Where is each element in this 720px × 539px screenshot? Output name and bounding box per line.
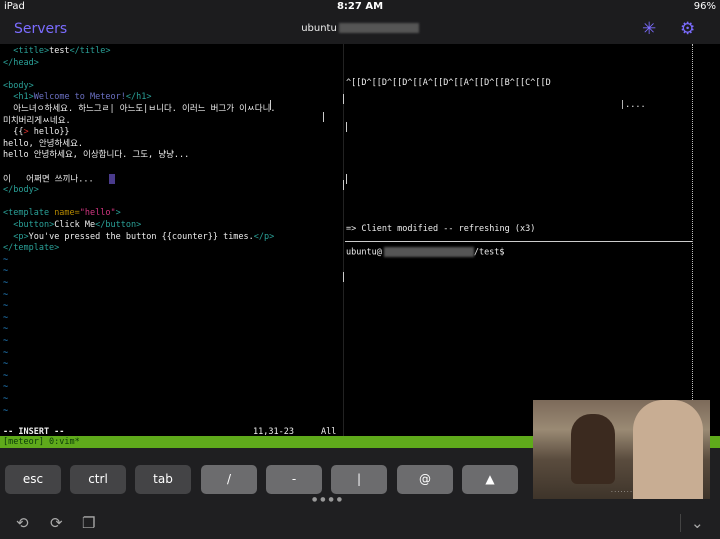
editor-line: hello, 안녕하세요. <box>3 138 84 149</box>
pipe-key[interactable]: | <box>331 465 387 494</box>
empty-line-marker: ~ <box>3 266 9 277</box>
editor-line: <title>test</title> <box>13 46 111 56</box>
ctrl-key[interactable]: ctrl <box>70 465 126 494</box>
empty-line-marker: ~ <box>3 336 9 346</box>
video-pip-window[interactable]: · · · · · · · <box>533 400 710 499</box>
host-label: ubuntu <box>301 23 337 34</box>
redo-icon[interactable]: ⟳ <box>50 514 63 532</box>
editor-line: <body> <box>3 80 34 91</box>
editor-line: </head> <box>3 57 39 68</box>
empty-line-marker: ~ <box>3 254 9 265</box>
redacted-host <box>383 247 474 257</box>
empty-line-marker: ~ <box>3 370 9 381</box>
editor-line: <template name="hello"> <box>3 208 121 219</box>
refresh-message: => Client modified -- refreshing (x3) <box>346 224 536 234</box>
editor-line: hello 안녕하세요, 이상합니다. 그도, 냥냥... <box>3 150 190 161</box>
terminal[interactable]: <title>test</title> </head> <body> <h1>Wel… <box>0 44 720 436</box>
empty-line-marker: ~ <box>3 278 9 288</box>
slash-key[interactable]: / <box>201 465 257 494</box>
editor-line: <h1>Welcome to Meteor!</h1> <box>13 92 152 103</box>
vim-editor-pane[interactable]: <title>test</title> </head> <body> <h1>Wel… <box>0 44 343 436</box>
gear-icon[interactable]: ⚙ <box>680 19 695 39</box>
escape-sequence-line: ^[[D^[[D^[[D^[[A^[[D^[[A^[[D^[[B^[[C^[[D <box>346 78 551 88</box>
chevron-down-icon[interactable]: ⌄ <box>680 514 704 532</box>
brightness-icon[interactable]: ✳ <box>642 19 656 39</box>
up-arrow-key[interactable]: ▲ <box>462 465 518 494</box>
person-figure <box>633 400 703 499</box>
editor-line: </template> <box>3 243 60 254</box>
empty-line-marker: ~ <box>3 289 9 300</box>
editor-line: </body> <box>3 185 39 196</box>
scroll-edge[interactable] <box>692 44 720 436</box>
editor-line: <p>You've pressed the button {{counter}}… <box>13 231 275 242</box>
session-title: ubuntu <box>0 23 720 34</box>
text-cursor <box>108 173 115 184</box>
editor-line: {{> hello}} <box>3 127 70 138</box>
cursor-position: 11,31-23 <box>253 427 294 436</box>
video-subtitle: · · · · · · · <box>611 489 632 495</box>
vim-mode-indicator: -- INSERT -- <box>3 427 65 436</box>
empty-line-marker: ~ <box>3 394 9 404</box>
redacted-host <box>338 23 419 33</box>
empty-line-marker: ~ <box>3 312 9 323</box>
scroll-indicator: All <box>321 427 337 436</box>
at-key[interactable]: @ <box>397 465 453 494</box>
shell-prompt: ubuntu@/test$ <box>346 247 505 258</box>
empty-line-marker: ~ <box>3 324 9 335</box>
person-figure <box>571 414 615 484</box>
undo-icon[interactable]: ⟲ <box>16 514 29 532</box>
tab-key[interactable]: tab <box>135 465 191 494</box>
dash-key[interactable]: - <box>266 465 322 494</box>
battery-level: 96% <box>693 1 716 12</box>
nav-bar: Servers ubuntu ✳ ⚙ <box>0 14 720 44</box>
empty-line-marker: ~ <box>3 382 9 393</box>
pane-split-line <box>345 241 692 242</box>
editor-line: 이 어쩌면 쓰끼나... <box>3 173 115 186</box>
empty-line-marker: ~ <box>3 301 9 312</box>
page-indicator: ●●●● <box>312 496 345 503</box>
status-bar: iPad 8:27 AM 96% <box>0 0 720 14</box>
editor-line: 미치버리게ㅆ네요. <box>3 115 71 126</box>
copy-icon[interactable]: ❐ <box>82 514 95 532</box>
empty-line-marker: ~ <box>3 359 9 370</box>
server-log-pane[interactable]: ^[[D^[[D^[[D^[[A^[[D^[[A^[[D^[[B^[[C^[[D… <box>345 44 692 436</box>
dots-line: |.... <box>620 100 646 110</box>
editor-line: <button>Click Me</button> <box>13 220 142 230</box>
empty-line-marker: ~ <box>3 347 9 358</box>
editor-line: 아느녀ㅇ하세요. 하느그ㄹ| 아느도|ㅂ니다. 이러느 버그가 이ㅆ다니. <box>3 104 276 114</box>
clock: 8:27 AM <box>336 1 384 12</box>
esc-key[interactable]: esc <box>5 465 61 494</box>
empty-line-marker: ~ <box>3 405 9 416</box>
